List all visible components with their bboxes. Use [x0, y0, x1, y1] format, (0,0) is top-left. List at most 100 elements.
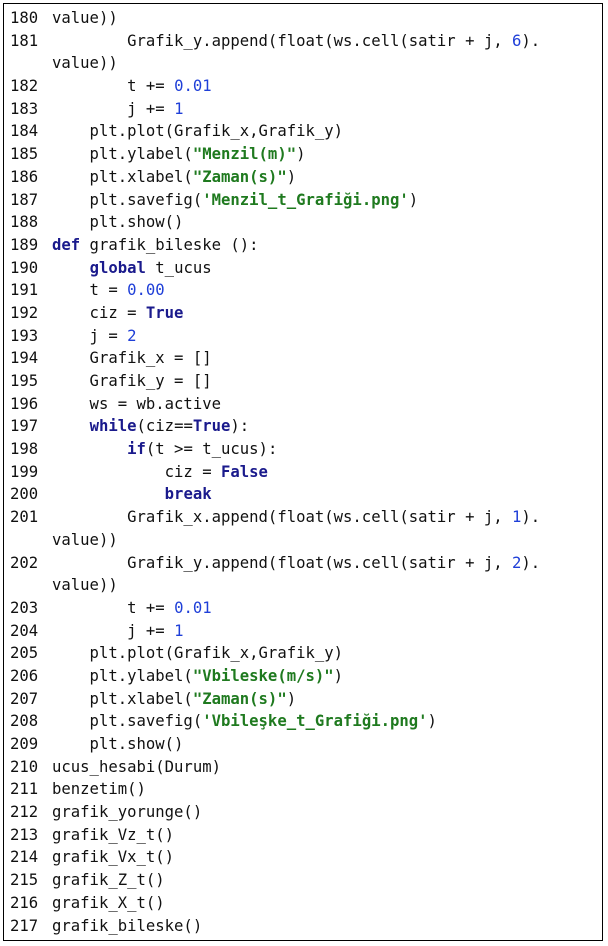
code-token: 0.00 [127, 281, 165, 300]
code-line: 207 plt.xlabel("Zaman(s)") [10, 688, 540, 711]
code-line: 191 t = 0.00 [10, 279, 540, 302]
code-token: ). [521, 508, 541, 527]
code-token: grafik_Vx_t() [52, 848, 175, 867]
code-line: 210 ucus_hesabi(Durum) [10, 756, 540, 779]
code-token: plt.show() [52, 735, 184, 753]
code-token: grafik_yorunge() [52, 803, 203, 822]
code-token: Grafik_y.append(float(ws.cell(satir + j, [52, 31, 513, 50]
line-number: 197 [10, 417, 39, 436]
code-token: Grafik_x = [] [52, 349, 212, 368]
code-token: j += [52, 99, 175, 118]
code-token: j = [52, 326, 128, 345]
line-number: 206 [10, 666, 39, 685]
code-line: 205 plt.plot(Grafik_x,Grafik_y) [10, 642, 540, 665]
line-number: 208 [10, 712, 39, 731]
code-line: 190 global t_ucus [10, 257, 540, 280]
line-number: 202 [10, 553, 39, 572]
code-token: plt.ylabel( [52, 666, 193, 685]
code-line: 195 Grafik_y = [] [10, 370, 540, 393]
code-line: 193 j = 2 [10, 325, 540, 348]
code-token: ) [286, 167, 297, 186]
code-token: 6 [512, 31, 522, 50]
code-token: grafik_X_t() [52, 893, 165, 912]
code-token: plt.show() [52, 213, 184, 232]
code-token: j += [52, 621, 175, 640]
line-number: 213 [10, 825, 39, 844]
code-token: ). [521, 553, 541, 572]
code-token: Grafik_y.append(float(ws.cell(satir + j, [52, 553, 513, 572]
code-token: value)) [52, 530, 118, 549]
line-number: 182 [10, 77, 39, 96]
code-token: ) [296, 145, 306, 164]
code-line: value)) [10, 574, 540, 597]
line-number: 194 [10, 349, 39, 368]
code-token: 'Menzil_t_Grafiği.png' [202, 190, 409, 209]
code-token: ucus_hesabi(Durum) [52, 757, 221, 776]
code-token: while [89, 417, 137, 436]
code-token: plt.savefig( [52, 190, 203, 209]
line-number: 184 [10, 122, 39, 141]
code-token: 2 [127, 326, 137, 345]
code-token: grafik_Vz_t() [52, 825, 175, 844]
code-token: ): [230, 417, 250, 436]
code-token: 0.01 [174, 598, 212, 617]
code-token: plt.savefig( [52, 712, 203, 731]
code-token: benzetim() [52, 780, 146, 799]
line-number: 201 [10, 508, 39, 527]
code-line: 194 Grafik_x = [] [10, 347, 540, 370]
line-number: 215 [10, 871, 39, 890]
code-line: 217 grafik_bileske() [10, 915, 540, 938]
code-token: plt.plot(Grafik_x,Grafik_y) [52, 644, 344, 663]
code-token: grafik_bileske (): [80, 235, 259, 254]
code-line: 187 plt.savefig('Menzil_t_Grafiği.png') [10, 189, 540, 212]
code-token: 1 [174, 621, 184, 640]
code-token: grafik_Z_t() [52, 871, 165, 890]
line-number: 217 [10, 916, 39, 935]
code-line: 206 plt.ylabel("Vbileske(m/s)") [10, 665, 540, 688]
line-number: 185 [10, 145, 39, 164]
code-line: 180 value)) [10, 7, 540, 30]
line-number: 212 [10, 803, 39, 822]
line-number: 211 [10, 780, 39, 799]
line-number: 207 [10, 689, 39, 708]
code-token: grafik_bileske() [52, 916, 203, 935]
code-token: plt.xlabel( [52, 167, 193, 186]
code-line: 183 j += 1 [10, 98, 540, 121]
code-token: t += [52, 77, 175, 96]
code-line: value)) [10, 529, 540, 552]
line-number: 192 [10, 303, 39, 322]
code-line: 186 plt.xlabel("Zaman(s)") [10, 166, 540, 189]
code-token: "Zaman(s)" [192, 167, 287, 186]
line-number: 196 [10, 394, 39, 413]
code-listing-frame: 180 value)) 181 Grafik_y.append(float(ws.c… [3, 3, 603, 941]
line-number: 205 [10, 644, 39, 663]
code-listing: 180 value)) 181 Grafik_y.append(float(ws.c… [10, 7, 540, 937]
code-token: (t >= t_ucus): [145, 440, 278, 459]
code-token: ciz = [52, 462, 221, 481]
code-line: 200 break [10, 483, 540, 506]
line-number: 216 [10, 893, 39, 912]
code-line: 189 def grafik_bileske (): [10, 234, 540, 257]
code-token: ) [408, 190, 419, 209]
code-line: 188 plt.show() [10, 211, 540, 234]
code-line: 185 plt.ylabel("Menzil(m)") [10, 143, 540, 166]
code-token: "Vbileske(m/s)" [192, 666, 334, 685]
line-number: 198 [10, 440, 39, 459]
code-line: 203 t += 0.01 [10, 597, 540, 620]
code-line: 204 j += 1 [10, 620, 540, 643]
code-token: 1 [174, 99, 184, 118]
code-line: 192 ciz = True [10, 302, 540, 325]
code-line: 196 ws = wb.active [10, 393, 540, 416]
code-line: 208 plt.savefig('Vbileşke_t_Grafiği.png'… [10, 710, 540, 733]
code-token: Grafik_y = [] [52, 372, 212, 390]
code-token: t_ucus [145, 258, 212, 277]
code-token: 2 [512, 553, 522, 572]
line-number: 191 [10, 281, 39, 300]
code-line: 197 while(ciz==True): [10, 415, 540, 438]
code-token: True [192, 417, 231, 436]
code-token: ws = wb.active [52, 394, 221, 413]
